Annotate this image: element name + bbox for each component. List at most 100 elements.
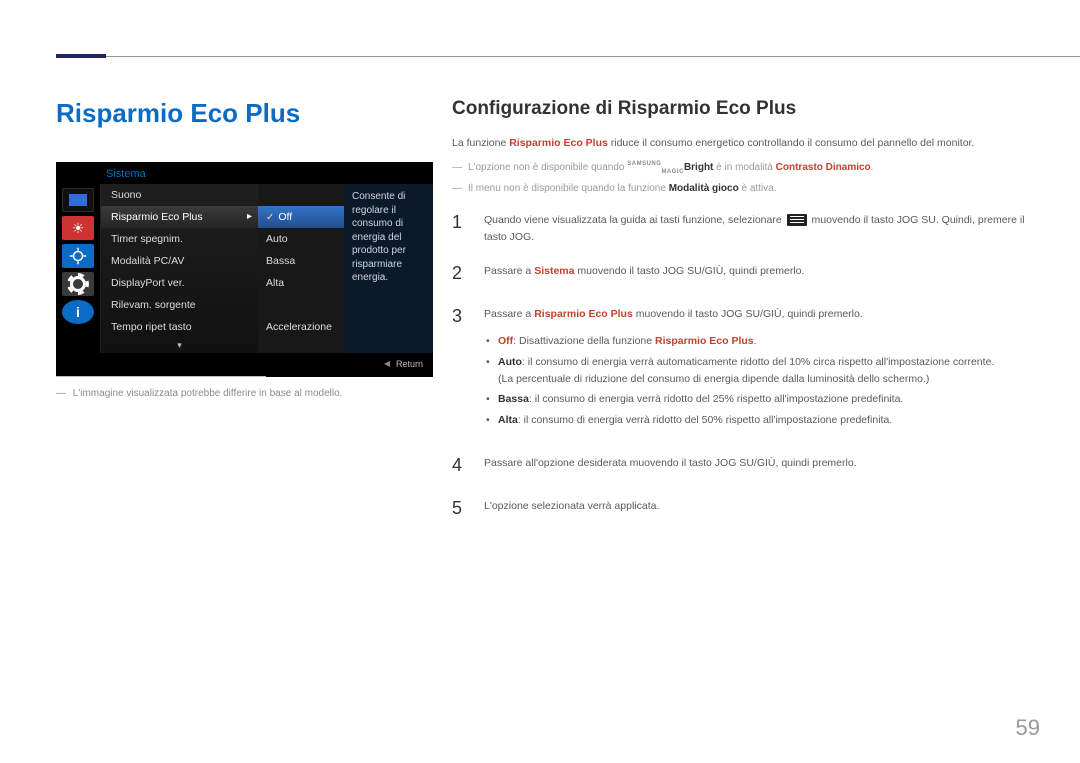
note-dash: ―	[452, 181, 462, 196]
step-number: 4	[452, 451, 470, 480]
osd-row-suono: Suono	[101, 184, 258, 206]
alta-label: Alta	[498, 414, 518, 426]
osd-values: Off Auto Bassa Alta Accelerazione	[258, 184, 344, 353]
osd-row-dp: DisplayPort ver.	[101, 272, 258, 294]
osd-row-timer: Timer spegnim.	[101, 228, 258, 250]
step-1: 1 Quando viene visualizzata la guida ai …	[452, 208, 1032, 246]
off-post: .	[754, 335, 757, 347]
n1-mid: è in modalità	[713, 162, 775, 173]
osd-val-auto: Auto	[258, 228, 344, 250]
bassa-label: Bassa	[498, 393, 529, 405]
intro: La funzione Risparmio Eco Plus riduce il…	[452, 136, 1032, 152]
step-body: Passare all'opzione desiderata muovendo …	[484, 451, 1032, 480]
bassa-txt: : il consumo di energia verrà ridotto de…	[529, 393, 903, 405]
s2a: Passare a	[484, 265, 534, 277]
section-title: Configurazione di Risparmio Eco Plus	[452, 98, 1032, 120]
bullet-alta: Alta: il consumo di energia verrà ridott…	[484, 412, 1032, 429]
header-rule	[106, 56, 1080, 57]
footnote-text: L'immagine visualizzata potrebbe differi…	[73, 388, 343, 399]
s3em: Risparmio Eco Plus	[534, 308, 633, 320]
osd-val-bassa: Bassa	[258, 250, 344, 272]
brightness-icon: ☀	[62, 216, 94, 240]
osd-row-rilevam: Rilevam. sorgente	[101, 294, 258, 316]
osd-panel: Sistema ☀ i Suono Risparmio Eco Plus Tim…	[56, 162, 433, 377]
osd-row-risparmio: Risparmio Eco Plus	[101, 206, 258, 228]
note-1: ― L'opzione non è disponibile quando SAM…	[452, 160, 1032, 177]
intro-post: riduce il consumo energetico controlland…	[608, 137, 975, 149]
step-number: 1	[452, 208, 470, 246]
n2-post: è attiva.	[739, 183, 777, 194]
osd-sidebar-icons: ☀ i	[56, 184, 100, 353]
step-2: 2 Passare a Sistema muovendo il tasto JO…	[452, 259, 1032, 288]
off-label: Off	[498, 335, 513, 347]
notes: ― L'opzione non è disponibile quando SAM…	[452, 160, 1032, 196]
osd-val-alta: Alta	[258, 272, 344, 294]
bullet-off: Off: Disattivazione della funzione Rispa…	[484, 333, 1032, 350]
intro-pre: La funzione	[452, 137, 509, 149]
note1-text: L'opzione non è disponibile quando SAMSU…	[468, 160, 873, 177]
n1-pre: L'opzione non è disponibile quando	[468, 162, 627, 173]
return-icon: ◀	[384, 359, 390, 369]
osd-body: ☀ i Suono Risparmio Eco Plus Timer spegn…	[56, 184, 433, 353]
info-icon: i	[62, 300, 94, 324]
step-5: 5 L'opzione selezionata verrà applicata.	[452, 494, 1032, 523]
step-body: Passare a Risparmio Eco Plus muovendo il…	[484, 302, 1032, 437]
osd-row-tempo: Tempo ripet tasto	[101, 316, 258, 338]
s3a: Passare a	[484, 308, 534, 320]
alta-txt: : il consumo di energia verrà ridotto de…	[518, 414, 892, 426]
page-title: Risparmio Eco Plus	[56, 98, 300, 129]
off-txt: : Disattivazione della funzione	[513, 335, 655, 347]
footnote-dash: ―	[56, 388, 66, 399]
osd-header: Sistema	[56, 162, 433, 184]
samsung-magic-icon: SAMSUNGMAGIC	[627, 162, 684, 173]
position-icon	[62, 244, 94, 268]
content-area: Configurazione di Risparmio Eco Plus La …	[452, 98, 1032, 537]
note2-text: Il menu non è disponibile quando la funz…	[468, 181, 777, 196]
steps-list: 1 Quando viene visualizzata la guida ai …	[452, 208, 1032, 523]
step-body: L'opzione selezionata verrà applicata.	[484, 494, 1032, 523]
s2b: muovendo il tasto JOG SU/GIÙ, quindi pre…	[574, 265, 804, 277]
off-em: Risparmio Eco Plus	[655, 335, 754, 347]
note-2: ― Il menu non è disponibile quando la fu…	[452, 181, 1032, 196]
n1-bright: Bright	[684, 162, 713, 173]
step-number: 2	[452, 259, 470, 288]
step-body: Quando viene visualizzata la guida ai ta…	[484, 208, 1032, 246]
n1-post: .	[871, 162, 874, 173]
osd-val-accel: Accelerazione	[258, 316, 344, 338]
n2-pre: Il menu non è disponibile quando la funz…	[468, 183, 669, 194]
note-dash: ―	[452, 160, 462, 177]
osd-description: Consente di regolare il consumo di energ…	[344, 184, 433, 353]
osd-val-off: Off	[258, 206, 344, 228]
footnote-rule	[56, 376, 266, 377]
options-bullets: Off: Disattivazione della funzione Rispa…	[484, 333, 1032, 429]
page-number: 59	[1016, 715, 1040, 741]
s3b: muovendo il tasto JOG SU/GIÙ, quindi pre…	[633, 308, 863, 320]
footnote: ― L'immagine visualizzata potrebbe diffe…	[56, 388, 416, 399]
osd-val-5	[258, 294, 344, 316]
n1-em: Contrasto Dinamico	[776, 162, 871, 173]
step-body: Passare a Sistema muovendo il tasto JOG …	[484, 259, 1032, 288]
step-number: 5	[452, 494, 470, 523]
n2-em: Modalità gioco	[669, 183, 739, 194]
intro-em: Risparmio Eco Plus	[509, 137, 608, 149]
osd-footer: ◀ Return	[56, 353, 433, 369]
auto-txt: : il consumo di energia verrà automatica…	[522, 356, 994, 368]
osd-val-0	[258, 184, 344, 206]
osd-row-pcav: Modalità PC/AV	[101, 250, 258, 272]
osd-list: Suono Risparmio Eco Plus Timer spegnim. …	[100, 184, 258, 353]
s1a: Quando viene visualizzata la guida ai ta…	[484, 214, 785, 226]
osd-scroll-down-icon: ▾	[101, 338, 258, 353]
step-3: 3 Passare a Risparmio Eco Plus muovendo …	[452, 302, 1032, 437]
bullet-bassa: Bassa: il consumo di energia verrà ridot…	[484, 391, 1032, 408]
bullet-auto: Auto: il consumo di energia verrà automa…	[484, 354, 1032, 388]
header-accent	[56, 54, 106, 58]
step-4: 4 Passare all'opzione desiderata muovend…	[452, 451, 1032, 480]
menu-icon	[787, 214, 807, 226]
auto-label: Auto	[498, 356, 522, 368]
return-label: Return	[396, 359, 423, 369]
step-number: 3	[452, 302, 470, 437]
monitor-icon	[62, 188, 94, 212]
auto-sub: (La percentuale di riduzione del consumo…	[498, 371, 1032, 388]
s2em: Sistema	[534, 265, 574, 277]
settings-icon	[62, 272, 94, 296]
